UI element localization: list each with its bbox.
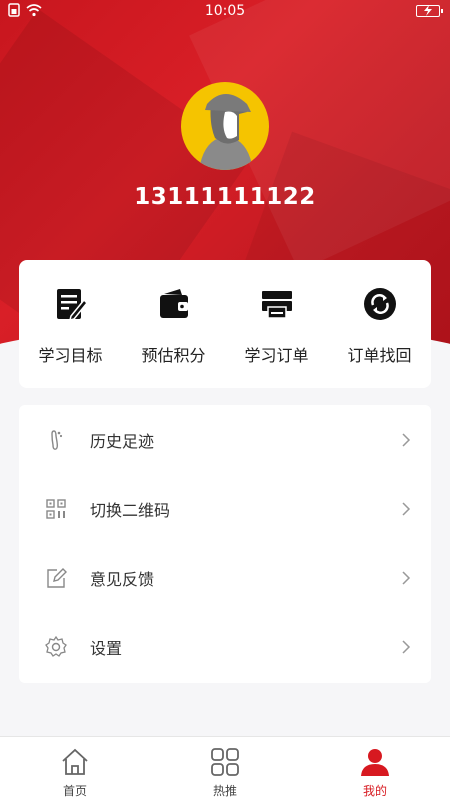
tab-label: 我的 [362, 784, 387, 798]
menu-item-switch-qr[interactable]: 切换二维码 [19, 474, 431, 543]
menu-item-label: 切换二维码 [90, 500, 171, 520]
menu-item-label: 历史足迹 [90, 431, 155, 451]
chevron-right-icon [402, 639, 411, 654]
quick-action-label: 订单找回 [347, 346, 412, 365]
tab-mine[interactable]: 我的 [320, 737, 430, 800]
status-bar: 10:05 [0, 0, 450, 24]
user-icon [361, 749, 389, 776]
tab-home[interactable]: 首页 [20, 737, 130, 800]
user-phone: 13111111122 [134, 184, 316, 210]
quick-action-estimated-points[interactable]: 预估积分 [124, 286, 224, 388]
chevron-right-icon [402, 501, 411, 516]
qr-code-icon [46, 498, 66, 519]
menu-item-feedback[interactable]: 意见反馈 [19, 543, 431, 612]
wallet-icon [159, 289, 188, 318]
quick-action-study-orders[interactable]: 学习订单 [227, 286, 327, 388]
quick-action-study-goal[interactable]: 学习目标 [21, 286, 121, 388]
printer-icon [261, 291, 292, 319]
chevron-right-icon [402, 432, 411, 447]
menu-list: 历史足迹 切换二维码 意见反馈 设置 [19, 405, 431, 683]
chevron-right-icon [402, 570, 411, 585]
tab-label: 热推 [212, 784, 237, 798]
grid-icon [211, 748, 239, 776]
edit-icon [47, 567, 67, 588]
battery-icon [416, 5, 443, 17]
notepad-pen-icon [56, 289, 88, 322]
menu-item-history[interactable]: 历史足迹 [19, 405, 431, 474]
home-icon [62, 748, 88, 775]
menu-item-settings[interactable]: 设置 [19, 612, 431, 681]
sync-circle-icon [363, 288, 396, 320]
menu-item-label: 设置 [90, 638, 123, 658]
quick-action-label: 学习订单 [244, 346, 309, 365]
gear-icon [45, 635, 67, 657]
tab-label: 首页 [62, 784, 87, 798]
quick-action-label: 预估积分 [141, 346, 206, 365]
avatar[interactable] [181, 82, 269, 170]
footprint-icon [51, 429, 63, 450]
menu-item-label: 意见反馈 [90, 569, 155, 589]
bottom-tab-bar: 首页 热推 我的 [0, 736, 450, 800]
status-time: 10:05 [204, 3, 246, 19]
tab-hot[interactable]: 热推 [170, 737, 280, 800]
quick-actions-card: 学习目标 预估积分 学习订单 订单找回 [19, 260, 431, 388]
quick-action-order-recovery[interactable]: 订单找回 [330, 286, 430, 388]
quick-action-label: 学习目标 [38, 346, 103, 365]
